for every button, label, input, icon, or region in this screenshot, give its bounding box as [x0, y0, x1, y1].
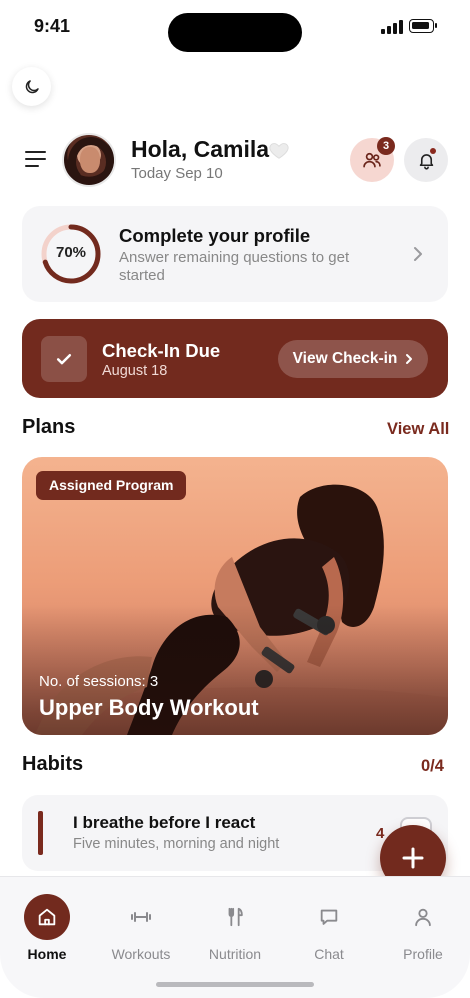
- plus-icon: [402, 847, 424, 869]
- nav-label-chat: Chat: [314, 946, 344, 962]
- status-bar: 9:41: [0, 0, 470, 60]
- bottom-nav: Home Workouts Nutrition Chat Profile: [0, 876, 470, 998]
- check-icon: [56, 354, 72, 365]
- heart-icon: [269, 143, 289, 159]
- greeting-title: Hola, Camila: [131, 136, 270, 162]
- users-icon: [363, 152, 381, 168]
- today-date: Today Sep 10: [131, 165, 223, 182]
- nav-item-workouts[interactable]: Workouts: [94, 877, 188, 977]
- chat-icon: [320, 909, 338, 925]
- view-checkin-button[interactable]: View Check-in: [278, 340, 428, 378]
- home-indicator: [156, 982, 314, 987]
- dynamic-island: [168, 13, 302, 52]
- signal-icon: [381, 20, 403, 34]
- checkin-due-card: Check-In Due August 18 View Check-in: [22, 319, 448, 398]
- avatar[interactable]: [62, 133, 116, 187]
- nav-item-chat[interactable]: Chat: [282, 877, 376, 977]
- complete-profile-card[interactable]: 70% Complete your profile Answer remaini…: [22, 206, 448, 302]
- habit-subtitle: Five minutes, morning and night: [73, 836, 280, 852]
- chevron-right-icon: [406, 354, 413, 364]
- notifications-button[interactable]: [404, 138, 448, 182]
- habit-count: 4: [376, 825, 385, 842]
- battery-icon: [409, 19, 437, 33]
- habits-title: Habits: [22, 753, 84, 775]
- home-icon: [38, 908, 56, 926]
- plan-name: Upper Body Workout: [39, 695, 259, 720]
- nav-item-nutrition[interactable]: Nutrition: [188, 877, 282, 977]
- nav-item-home[interactable]: Home: [0, 877, 94, 977]
- plan-card[interactable]: Assigned Program No. of sessions: 3 Uppe…: [22, 457, 448, 735]
- view-checkin-label: View Check-in: [292, 350, 398, 367]
- profile-progress-label: 70%: [55, 244, 87, 261]
- plan-sessions: No. of sessions: 3: [39, 673, 159, 690]
- profile-card-title: Complete your profile: [119, 225, 311, 246]
- plans-view-all-link[interactable]: View All: [387, 420, 449, 439]
- nav-label-profile: Profile: [403, 946, 443, 962]
- dumbbell-icon: [131, 912, 151, 922]
- checkin-title: Check-In Due: [102, 340, 221, 361]
- checkin-check-box: [41, 336, 87, 382]
- person-icon: [415, 908, 431, 927]
- hamburger-icon: [25, 151, 46, 154]
- plans-title: Plans: [22, 416, 76, 438]
- nav-label-workouts: Workouts: [111, 946, 171, 962]
- nav-item-profile[interactable]: Profile: [376, 877, 470, 977]
- habit-color-bar: [38, 811, 43, 855]
- fork-knife-icon: [228, 907, 243, 927]
- nav-label-nutrition: Nutrition: [208, 946, 262, 962]
- habit-title: I breathe before I react: [73, 813, 256, 832]
- dark-mode-toggle[interactable]: [12, 67, 51, 106]
- nav-label-home: Home: [27, 946, 67, 962]
- profile-card-subtitle: Answer remaining questions to get starte…: [119, 249, 350, 284]
- menu-button[interactable]: [25, 151, 46, 168]
- plan-tag: Assigned Program: [36, 471, 187, 500]
- status-time: 9:41: [34, 16, 71, 36]
- app-screen: 9:41 Hola, Camila Today Sep 10 3 70% Com…: [0, 0, 470, 998]
- notification-dot: [430, 148, 436, 154]
- habits-count: 0/4: [421, 757, 444, 775]
- chevron-right-icon: [414, 247, 422, 261]
- checkin-date: August 18: [102, 363, 168, 379]
- moon-icon: [25, 79, 39, 93]
- community-badge: 3: [377, 137, 395, 155]
